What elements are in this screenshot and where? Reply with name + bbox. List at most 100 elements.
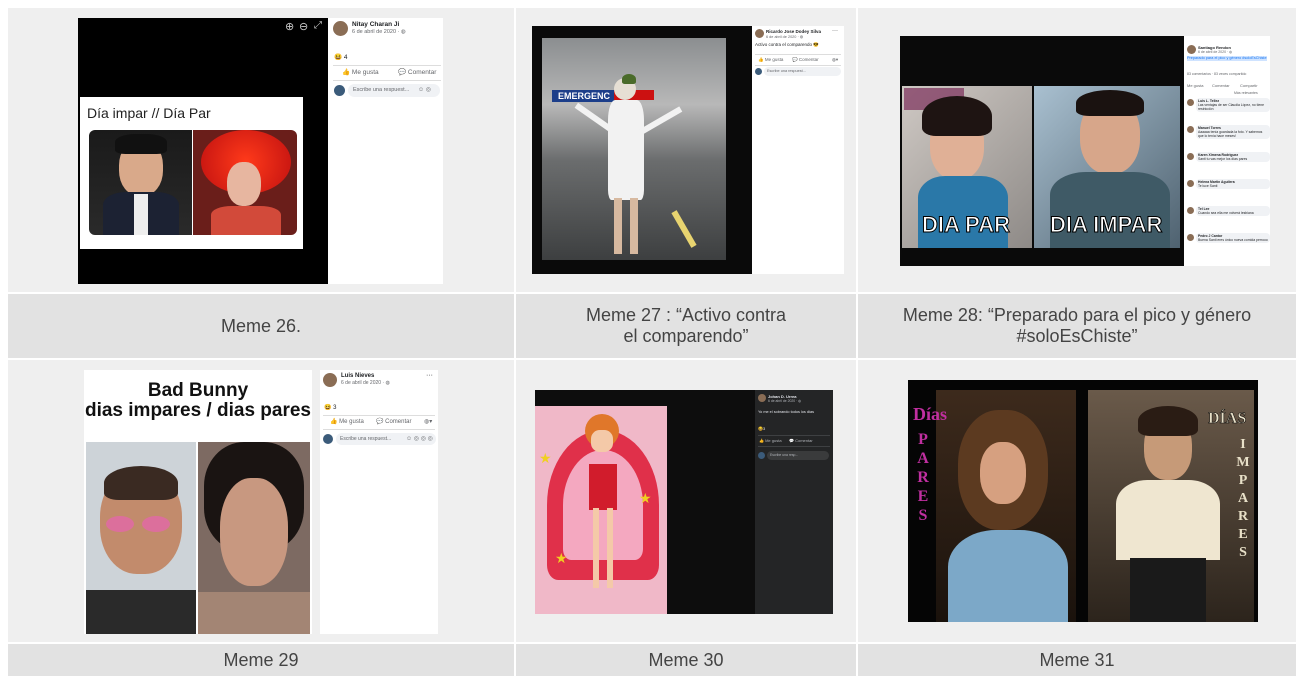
comment-bubble: Helena Martin Aguilera Te luce Santi: [1196, 179, 1270, 189]
more-options-icon[interactable]: ···: [832, 28, 838, 34]
comment-text: Buena Santi eres único nueva comida perr…: [1198, 238, 1268, 242]
vertical-letter: P: [918, 431, 928, 448]
avatar: [334, 85, 345, 96]
meme-image-card: Día impar // Día Par: [80, 97, 303, 249]
meme-28-post-panel: Santiago Rendon 6 de abril de 2020 · ◍ P…: [1184, 36, 1270, 266]
comment-input[interactable]: Escribe una respuest... ☺ ◎: [348, 84, 440, 97]
divider: [333, 80, 441, 81]
meme-27-photo: EMERGENC: [532, 26, 752, 274]
avatar: [1187, 126, 1194, 133]
meme-27-post-panel: Ricardo Jose Dodey Silva 6 de abril de 2…: [752, 26, 844, 274]
comment-item: Pedro J Cantor Buena Santi eres único nue…: [1186, 233, 1270, 258]
avatar: [1187, 180, 1194, 187]
avatar: [1187, 153, 1194, 160]
meme-text: Día impar // Día Par: [87, 105, 211, 121]
comment-button[interactable]: Comentar: [1212, 83, 1230, 88]
more-options-icon[interactable]: ···: [426, 372, 433, 379]
comment-text: Te luce Santi: [1198, 184, 1218, 188]
caption-meme-29: Meme 29: [8, 644, 514, 676]
comment-text: Cuando sea ella me volverá lesbiana: [1198, 211, 1254, 215]
expand-icon[interactable]: ⤢: [314, 20, 322, 31]
comment-button[interactable]: 💬 Comentar: [376, 418, 411, 425]
divider: [755, 54, 841, 55]
like-button[interactable]: 👍 Me gusta: [759, 438, 782, 443]
divider: [333, 65, 441, 66]
comment-button[interactable]: 💬 Comentar: [792, 57, 819, 63]
avatar: [755, 29, 764, 38]
haha-icon: 😆: [334, 54, 343, 61]
meme-28-photo: DIA PAR DIA IMPAR: [900, 36, 1184, 266]
divider: [758, 446, 830, 447]
comment-input[interactable]: Escribe una resp...: [767, 451, 829, 460]
caption-meme-26: Meme 26.: [8, 294, 514, 358]
avatar: [333, 21, 348, 36]
post-author[interactable]: Nitay Charan Ji: [352, 21, 399, 28]
vertical-letter: E: [1238, 527, 1248, 542]
zoom-out-icon[interactable]: ⊖: [299, 20, 308, 33]
meme-title-line-2: dias impares / dias pares: [84, 400, 311, 421]
reaction-count: 😆 3: [324, 405, 337, 411]
comment-bubble: Tel Lee Cuando sea ella me volverá lesbia…: [1196, 206, 1270, 216]
post-text: Preparado para el pico y género #soloEsC…: [1187, 56, 1267, 61]
meme-30-photo: ★ ★ ★: [535, 390, 755, 614]
emoji-icon[interactable]: ☺ ◎ ◎ ◎: [406, 435, 433, 442]
meme-29-post-panel: Luis Nieves 6 de abril de 2020 · ◍ ··· 😆…: [320, 370, 438, 634]
avatar: [1187, 99, 1194, 106]
like-button[interactable]: Me gusta: [1187, 83, 1203, 88]
emoji-icon[interactable]: ☺ ◎: [418, 86, 431, 93]
post-date: 6 de abril de 2020 · ◍: [1198, 50, 1233, 54]
post-date: 6 de abril de 2020 · ◍: [768, 399, 802, 403]
comment-list: Luis L. Tellez Las ventajas de ser Claudi…: [1186, 98, 1270, 264]
comment-item: Manuel Torres Aaaaaa tenía guardada la fo…: [1186, 125, 1270, 150]
haha-icon: 😆: [324, 405, 332, 411]
meme-29-photo: Bad Bunny dias impares / dias pares: [84, 370, 312, 634]
comment-input[interactable]: Escribe una respuest... ☺ ◎ ◎ ◎: [336, 433, 436, 445]
dia-impar-label: DIA IMPAR: [1049, 212, 1163, 238]
share-button[interactable]: Compartir: [1240, 83, 1258, 88]
divider: [323, 429, 435, 430]
comment-text: Aaaaaa tenía guardada la foto. Y sabemos…: [1198, 130, 1263, 138]
comment-item: Karen Ximena Rodriguez Santi tu vas mejor…: [1186, 152, 1270, 177]
share-icon[interactable]: ◍▾: [424, 418, 432, 425]
reaction-count: 😆3: [758, 426, 766, 431]
like-button[interactable]: 👍 Me gusta: [342, 68, 379, 76]
post-date: 6 de abril de 2020 · ◍: [352, 29, 406, 35]
avatar: [323, 373, 337, 387]
face-left: [86, 442, 196, 634]
comments-count: 83 comentarios · 83 veces compartido: [1187, 72, 1247, 76]
like-button[interactable]: 👍 Me gusta: [330, 418, 364, 425]
meme-31-cell: Días PARES DÍAS IMPARES: [858, 360, 1296, 642]
meme-26-cell: ⊕ ⊖ ⤢ Día impar // Día Par Nitay Charan …: [8, 8, 514, 292]
dias-right-word: DÍAS: [1208, 410, 1247, 428]
comment-button[interactable]: 💬 Comentar: [398, 68, 436, 76]
face-right: [198, 442, 310, 634]
divider: [323, 415, 435, 416]
meme-title-line-1: Bad Bunny: [147, 380, 249, 401]
divider: [758, 435, 830, 436]
meme-30-post-panel: Johan D. Urrea 6 de abril de 2020 · ◍ Yo…: [755, 390, 833, 614]
zoom-in-icon[interactable]: ⊕: [285, 20, 294, 33]
meme-26-post-panel: Nitay Charan Ji 6 de abril de 2020 · ◍ 😆…: [328, 18, 443, 284]
impares-vertical-text: IMPARES: [1234, 436, 1252, 562]
post-author[interactable]: Luis Nieves: [341, 373, 374, 379]
vertical-letter: P: [1238, 473, 1248, 488]
sort-dropdown[interactable]: Más relevantes: [1234, 91, 1258, 95]
meme-31-photo: Días PARES DÍAS IMPARES: [908, 380, 1258, 622]
avatar: [758, 452, 765, 459]
divider: [755, 65, 841, 66]
post-text: Yo me el sobrando todos los días: [758, 410, 815, 414]
comment-button[interactable]: 💬 Comentar: [789, 438, 813, 443]
post-date: 6 de abril de 2020 · ◍: [341, 380, 390, 386]
vertical-letter: I: [1240, 437, 1246, 452]
avatar: [323, 434, 333, 444]
vertical-letter: M: [1236, 455, 1250, 470]
like-button[interactable]: 👍 Me gusta: [758, 57, 783, 63]
caption-meme-28: Meme 28: “Preparado para el pico y géner…: [858, 294, 1296, 358]
share-icon[interactable]: ◍▾: [832, 57, 838, 63]
avatar: [1187, 45, 1196, 54]
comment-text: Las ventajas de ser Claudia López, no ti…: [1198, 103, 1264, 111]
comment-input[interactable]: Escribe una respuest...: [764, 67, 841, 76]
meme-29-cell: Bad Bunny dias impares / dias pares Luis…: [8, 360, 514, 642]
comment-bubble: Luis L. Tellez Las ventajas de ser Claudi…: [1196, 98, 1270, 112]
post-date: 6 de abril de 2020 · ◍: [766, 35, 804, 39]
